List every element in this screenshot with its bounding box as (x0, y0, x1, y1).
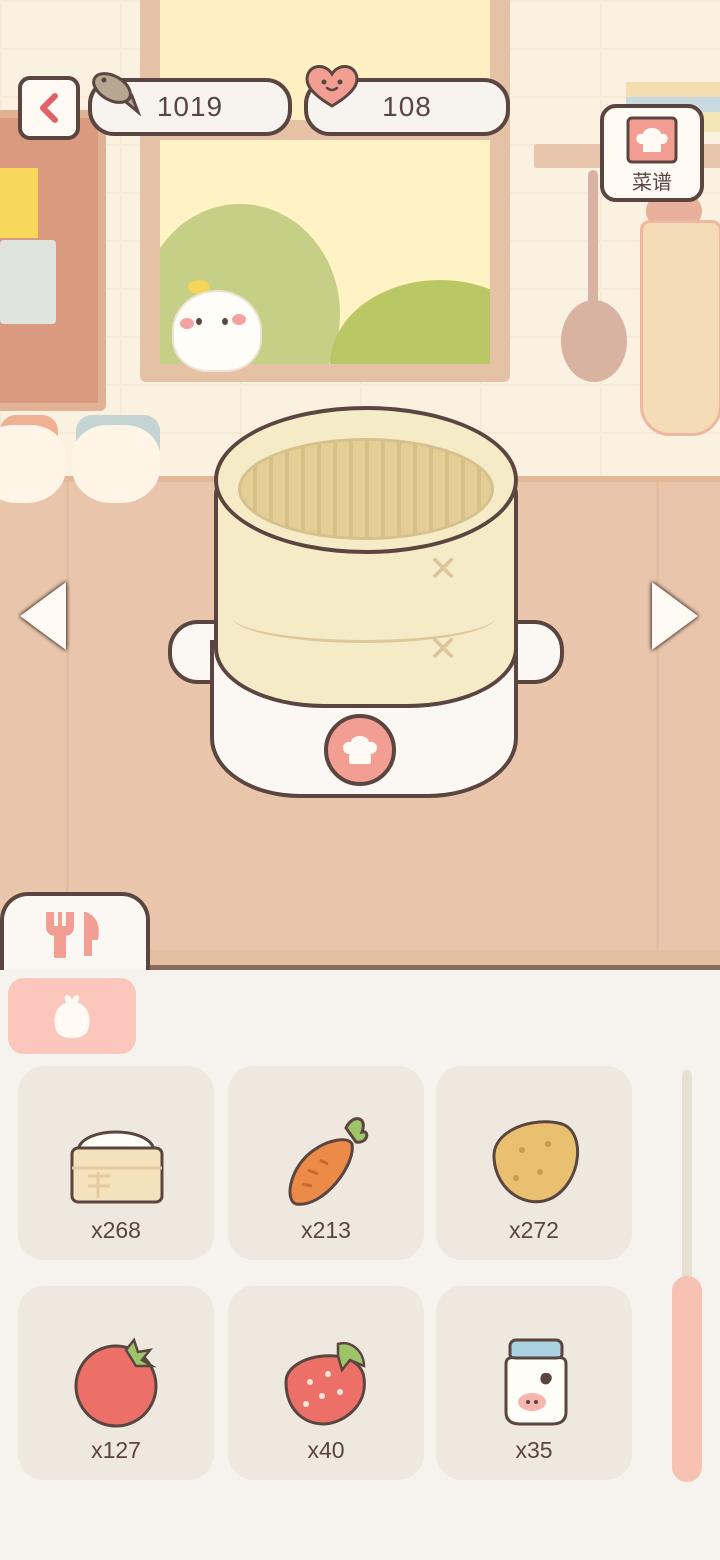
category-tab-ingredients[interactable] (8, 978, 136, 1054)
ingredient-slot-strawberry[interactable]: x40 (228, 1286, 424, 1480)
prev-appliance-arrow[interactable] (20, 582, 66, 650)
bird-eye (222, 318, 228, 325)
ingredient-slot-rice[interactable]: x268 (18, 1066, 214, 1260)
tomato-icon (74, 1337, 158, 1428)
milk-icon (504, 1338, 568, 1426)
heart-icon (305, 65, 359, 108)
recipe-book-button[interactable]: 菜谱 (600, 104, 704, 202)
ingredient-slot-tomato[interactable]: x127 (18, 1286, 214, 1480)
chevron-left-icon (40, 93, 58, 123)
ingredient-count: x272 (509, 1217, 559, 1243)
rice-icon (70, 1130, 164, 1204)
counter-seam (66, 480, 69, 950)
sticky-note (0, 240, 56, 324)
ingredient-slot-milk[interactable]: x35 (436, 1286, 632, 1480)
heart-value: 108 (382, 91, 432, 122)
ingredient-count: x35 (515, 1437, 553, 1463)
back-button[interactable] (18, 76, 80, 140)
strawberry-icon (284, 1341, 366, 1426)
next-appliance-arrow[interactable] (652, 582, 698, 650)
recipe-book-icon (626, 116, 678, 164)
steamer-tie: ✕ (428, 628, 459, 669)
fish-coin-value: 1019 (156, 91, 224, 122)
bird-cheek (232, 314, 246, 325)
ingredient-count: x213 (301, 1217, 351, 1243)
utensils-icon (46, 912, 99, 958)
scrollbar-thumb[interactable] (672, 1276, 702, 1482)
steamer-inside (238, 438, 494, 540)
sticky-note (0, 168, 38, 238)
chef-hat-icon (342, 736, 378, 764)
jar (72, 425, 160, 503)
ladle (588, 170, 598, 320)
hill (330, 280, 490, 364)
ingredient-slot-carrot[interactable]: x213 (228, 1066, 424, 1260)
ingredient-icon (54, 995, 90, 1038)
tools-tab[interactable] (0, 892, 150, 974)
ladle-bowl (561, 300, 627, 382)
ingredient-count: x268 (91, 1217, 141, 1243)
ingredient-slot-potato[interactable]: x272 (436, 1066, 632, 1260)
potato-icon (492, 1120, 580, 1204)
cook-button[interactable] (324, 714, 396, 786)
carrot-icon (288, 1117, 369, 1206)
fish-icon (92, 72, 142, 116)
steamer-tie: ✕ (428, 548, 459, 589)
recipe-label: 菜谱 (632, 170, 672, 194)
ingredient-count: x40 (307, 1437, 345, 1463)
bird-cheek (180, 318, 194, 329)
bird-eye (196, 318, 202, 325)
hanging-towel (640, 220, 720, 436)
ingredient-count: x127 (91, 1437, 141, 1463)
counter-seam (656, 480, 659, 950)
bird-character[interactable] (172, 290, 262, 372)
